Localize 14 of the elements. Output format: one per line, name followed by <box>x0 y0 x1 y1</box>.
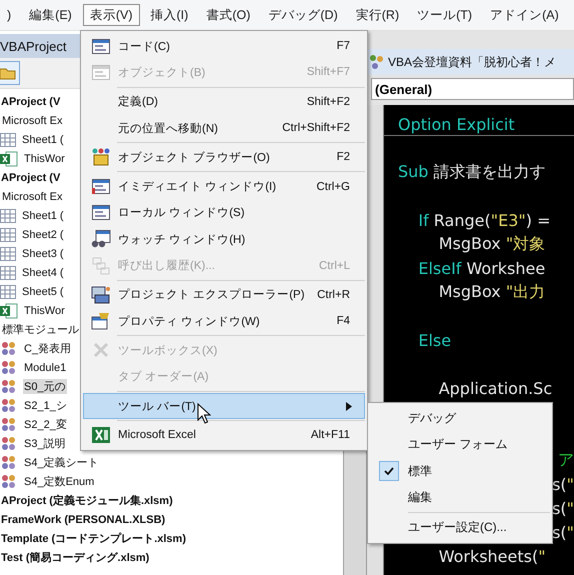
code-line: Option Explicit <box>398 114 515 134</box>
code-line: MsgBox "出力 <box>438 282 546 302</box>
code-line: s(" <box>552 522 574 542</box>
code-line: s(" <box>552 474 574 494</box>
code-line: ElseIf Workshee <box>417 258 546 278</box>
code-line: If Range("E3") = <box>417 210 550 230</box>
code-line: MsgBox "対象 <box>438 234 546 254</box>
code-line: s(" <box>552 498 574 518</box>
code-line: Sub 請求書を出力す <box>398 162 546 182</box>
code-line: ア <box>558 450 574 470</box>
code-line: Worksheets(" <box>438 546 546 566</box>
code-line: Else <box>417 330 452 350</box>
window-title: VBA会登壇資料「脱初心者！メ <box>388 54 556 70</box>
code-line: Application.Sc <box>438 378 552 398</box>
